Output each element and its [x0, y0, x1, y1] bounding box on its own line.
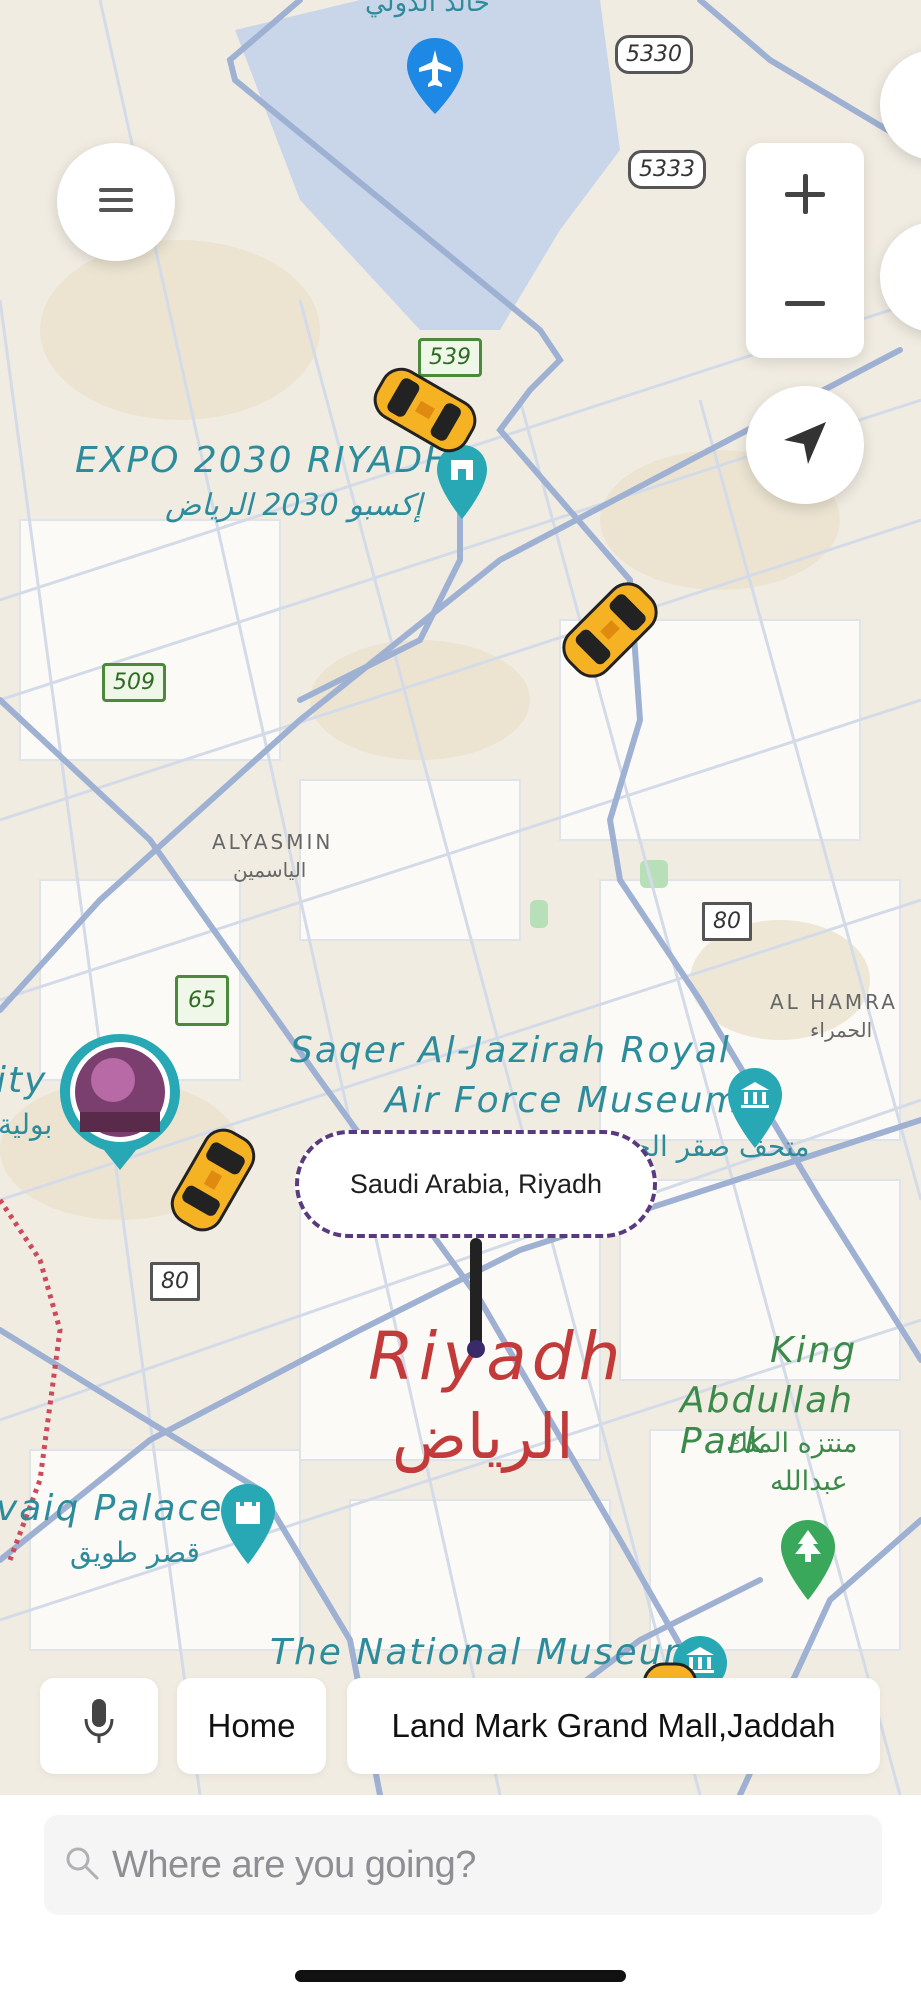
- airport-label: خالد الدولي: [365, 0, 490, 18]
- location-pin-stem: [470, 1238, 482, 1350]
- city-label: ity: [0, 1060, 48, 1101]
- plus-icon: [783, 172, 827, 221]
- microphone-button[interactable]: [40, 1678, 158, 1774]
- airport-icon[interactable]: [405, 38, 465, 118]
- location-pin-bubble[interactable]: Saudi Arabia, Riyadh: [295, 1130, 657, 1238]
- palace-label-ar: قصر طويق: [70, 1536, 200, 1569]
- expo-label: EXPO 2030 RIYADH: [75, 440, 454, 481]
- park-label-ar: منتزه الملك: [726, 1428, 858, 1459]
- hamburger-icon: [99, 187, 133, 217]
- museum-label: Saqer Al-Jazirah Royal: [290, 1030, 731, 1071]
- saved-place-chip[interactable]: Land Mark Grand Mall,Jaddah: [347, 1678, 880, 1774]
- map-view[interactable]: خالد الدولي 5330 5333 539 509 80 65 80 5…: [0, 0, 921, 1795]
- national-museum-label: The National Museum: [270, 1632, 701, 1673]
- city-name-label-ar: الرياض: [392, 1400, 574, 1473]
- park-pin-icon[interactable]: [780, 1520, 836, 1604]
- route-shield: 509: [102, 663, 166, 702]
- palace-pin-icon[interactable]: [220, 1484, 276, 1568]
- route-shield: 65: [175, 975, 229, 1026]
- route-shield: 80: [150, 1262, 200, 1301]
- navigation-arrow-icon: [782, 420, 828, 471]
- route-shield: 80: [702, 902, 752, 941]
- photo-pin-icon[interactable]: [58, 1032, 182, 1172]
- landmark-pin-icon[interactable]: [436, 445, 488, 523]
- zoom-in-button[interactable]: [746, 143, 864, 250]
- park-label-ar: عبدالله: [770, 1466, 848, 1497]
- district-label-ar: الياسمين: [233, 858, 307, 882]
- home-chip[interactable]: Home: [177, 1678, 326, 1774]
- district-label: ALYASMIN: [212, 830, 334, 854]
- bottom-sheet: Where are you going?: [0, 1795, 921, 2000]
- city-name-label: Riyadh: [368, 1318, 626, 1395]
- district-label: AL HAMRA: [770, 990, 898, 1014]
- menu-button[interactable]: [57, 143, 175, 261]
- city-label-ar: بولية: [0, 1108, 53, 1141]
- museum-pin-icon[interactable]: [727, 1068, 783, 1152]
- museum-label: Air Force Museum: [385, 1080, 742, 1121]
- quick-chips: Home Land Mark Grand Mall,Jaddah: [0, 1668, 921, 1778]
- home-indicator: [295, 1970, 626, 1982]
- location-pin-dot: [467, 1340, 485, 1358]
- palace-label: vaiq Palace: [0, 1488, 224, 1529]
- zoom-out-button[interactable]: [746, 250, 864, 357]
- minus-icon: [783, 295, 827, 313]
- search-bar[interactable]: Where are you going?: [44, 1815, 882, 1915]
- search-icon: [64, 1845, 100, 1886]
- district-label-ar: الحمراء: [810, 1018, 873, 1042]
- route-shield: 5330: [615, 35, 693, 74]
- expo-label-ar: إكسبو 2030 الرياض: [165, 488, 423, 523]
- locate-button[interactable]: [746, 386, 864, 504]
- search-placeholder: Where are you going?: [112, 1843, 476, 1886]
- route-shield: 5333: [628, 150, 706, 189]
- microphone-icon: [81, 1697, 117, 1755]
- park-label: King: [770, 1330, 858, 1371]
- route-shield: 539: [418, 338, 482, 377]
- zoom-control: [746, 143, 864, 358]
